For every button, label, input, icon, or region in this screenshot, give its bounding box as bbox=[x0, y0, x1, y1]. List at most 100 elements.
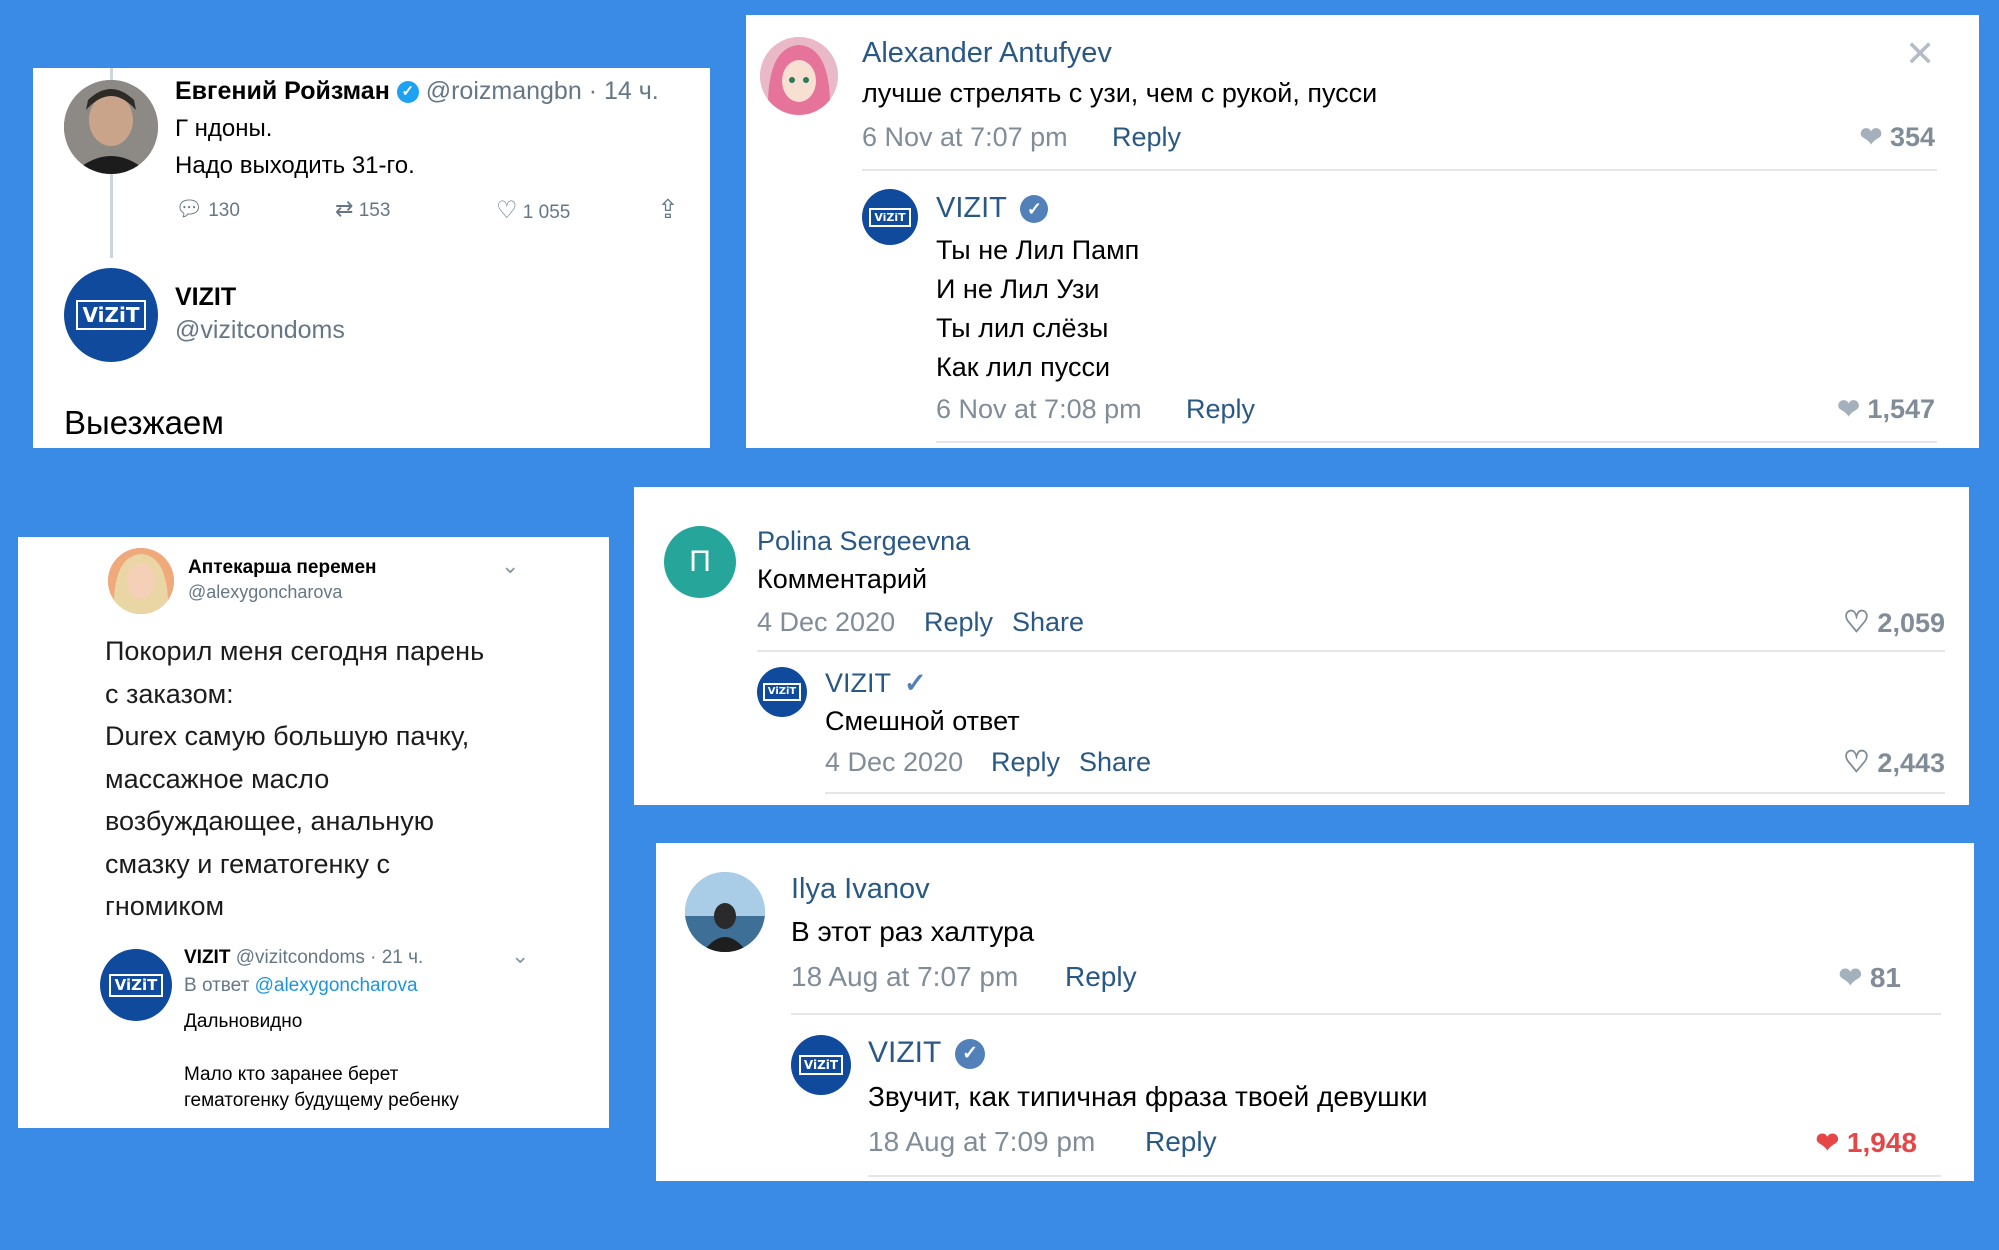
reply-action[interactable]: 💬︎ 130 bbox=[175, 196, 240, 222]
verified-badge-icon: ✓ bbox=[396, 81, 419, 104]
vizit-logo-icon: ViZiT bbox=[108, 973, 164, 997]
comment-author[interactable]: Alexander Antufyev bbox=[862, 37, 1112, 70]
tweet-author-handle[interactable]: @alexygoncharova bbox=[188, 582, 342, 603]
reply-like-count: 1,948 bbox=[1846, 1127, 1917, 1158]
reply-divider bbox=[936, 441, 1937, 443]
reply-date[interactable]: 4 Dec 2020 bbox=[825, 747, 963, 778]
chevron-down-icon[interactable]: ⌄ bbox=[501, 553, 519, 579]
comment-divider bbox=[862, 169, 1937, 171]
reply-link[interactable]: Reply bbox=[1065, 961, 1137, 993]
reply-to-handle[interactable]: @alexygoncharova bbox=[255, 975, 418, 996]
reply-author[interactable]: VIZIT bbox=[936, 192, 1006, 224]
reply-author[interactable]: VIZIT bbox=[825, 668, 891, 698]
comment-text: лучше стрелять с узи, чем с рукой, пусси bbox=[862, 78, 1378, 108]
tweet-text-line2: Надо выходить 31-го. bbox=[175, 152, 415, 179]
reply-like-button[interactable]: ❤︎ 1,948 bbox=[1816, 1126, 1917, 1159]
comment-divider bbox=[757, 650, 1945, 652]
reply-reply-link[interactable]: Reply bbox=[991, 747, 1060, 778]
tweet-text-line: массажное масло bbox=[105, 763, 330, 794]
vizit-logo-icon: ViZiT bbox=[869, 207, 911, 227]
comment-date[interactable]: 4 Dec 2020 bbox=[757, 607, 895, 638]
reply-tweet-text: Выезжаем bbox=[64, 404, 224, 441]
avatar-vizit[interactable]: ViZiT bbox=[791, 1035, 851, 1095]
reply-divider bbox=[868, 1175, 1941, 1177]
reply-date[interactable]: 18 Aug at 7:09 pm bbox=[868, 1126, 1095, 1158]
tweet-text-line: гномиком bbox=[105, 891, 225, 921]
comment-text: В этот раз халтура bbox=[791, 916, 1035, 947]
avatar-letter: П bbox=[689, 545, 711, 578]
comment-author[interactable]: Polina Sergeevna bbox=[757, 526, 970, 557]
vizit-logo-icon: ViZiT bbox=[798, 1055, 844, 1075]
reply-link[interactable]: Reply bbox=[1112, 122, 1181, 153]
tweet-author-name[interactable]: Аптекарша перемен bbox=[188, 557, 377, 579]
reply-count: 130 bbox=[208, 200, 240, 221]
tweet-text-line: возбуждающее, анальную bbox=[105, 806, 434, 836]
avatar-vizit[interactable]: ViZiT bbox=[757, 667, 807, 717]
reply-author-handle[interactable]: @vizitcondoms bbox=[175, 316, 345, 345]
reply-text: Звучит, как типичная фраза твоей девушки bbox=[868, 1081, 1428, 1112]
reply-reply-link[interactable]: Reply bbox=[1186, 394, 1255, 425]
avatar-ivanov[interactable] bbox=[685, 872, 765, 952]
avatar-vizit[interactable]: ViZiT bbox=[100, 949, 172, 1021]
like-button[interactable]: ❤︎ 81 bbox=[1839, 961, 1901, 994]
reply-date[interactable]: 6 Nov at 7:08 pm bbox=[936, 394, 1142, 425]
reply-time[interactable]: · 21 ч. bbox=[370, 947, 423, 968]
like-button[interactable]: ❤︎ 354 bbox=[1860, 122, 1935, 153]
avatar-antufyev[interactable] bbox=[760, 37, 838, 115]
reply-like-button[interactable]: ♡ 2,443 bbox=[1843, 745, 1945, 780]
avatar-roizman[interactable] bbox=[64, 80, 158, 174]
reply-author[interactable]: VIZIT bbox=[868, 1036, 941, 1069]
heart-outline-icon: ♡ bbox=[496, 197, 518, 224]
like-action[interactable]: ♡ 1 055 bbox=[496, 196, 570, 225]
reply-reply-link[interactable]: Reply bbox=[1145, 1126, 1217, 1158]
reply-author-handle[interactable]: @vizitcondoms bbox=[236, 947, 365, 968]
tweet-author-handle[interactable]: @roizmangbn bbox=[426, 77, 582, 105]
heart-outline-icon: ♡ bbox=[1843, 606, 1870, 639]
comment-date[interactable]: 18 Aug at 7:07 pm bbox=[791, 961, 1018, 993]
reply-text: Смешной ответ bbox=[825, 706, 1020, 736]
like-count: 2,059 bbox=[1877, 608, 1945, 638]
reply-text-line2: Мало кто заранее берет bbox=[184, 1064, 399, 1085]
reply-share-link[interactable]: Share bbox=[1079, 747, 1151, 778]
reply-text-line3: гематогенку будущему ребенку bbox=[184, 1090, 459, 1111]
tweet-text-line1: Г ндоны. bbox=[175, 115, 273, 142]
reply-author-name[interactable]: VIZIT bbox=[184, 947, 230, 968]
retweet-icon: ⇄ bbox=[335, 196, 354, 221]
comment-date[interactable]: 6 Nov at 7:07 pm bbox=[862, 122, 1068, 153]
reply-author-name[interactable]: VIZIT bbox=[175, 283, 236, 312]
share-icon[interactable]: ⇪ bbox=[657, 194, 679, 225]
reply-like-count: 2,443 bbox=[1877, 748, 1945, 778]
vizit-logo-icon: ViZiT bbox=[762, 683, 802, 701]
share-link[interactable]: Share bbox=[1012, 607, 1084, 638]
like-button[interactable]: ♡ 2,059 bbox=[1843, 605, 1945, 640]
reply-icon: 💬︎ bbox=[175, 196, 203, 221]
retweet-action[interactable]: ⇄ 153 bbox=[335, 196, 390, 222]
chevron-down-icon[interactable]: ⌄ bbox=[511, 943, 529, 969]
like-count: 81 bbox=[1869, 962, 1901, 993]
like-count: 354 bbox=[1889, 122, 1935, 152]
heart-outline-icon: ♡ bbox=[1843, 746, 1870, 779]
reply-link[interactable]: Reply bbox=[924, 607, 993, 638]
close-icon[interactable]: ✕ bbox=[1905, 33, 1935, 75]
tweet-text-line: с заказом: bbox=[105, 678, 234, 709]
reply-like-button[interactable]: ❤︎ 1,547 bbox=[1837, 394, 1935, 425]
avatar-aptekarsha[interactable] bbox=[108, 548, 174, 614]
avatar-vizit[interactable]: ViZiT bbox=[862, 189, 918, 245]
reply-text-line4: Как лил пусси bbox=[936, 352, 1111, 382]
heart-icon: ❤︎ bbox=[1838, 962, 1863, 993]
comment-author[interactable]: Ilya Ivanov bbox=[791, 873, 930, 906]
tweet-author-name[interactable]: Евгений Ройзман bbox=[175, 77, 390, 105]
vk-comment-card-polina: П Polina Sergeevna Комментарий 4 Dec 202… bbox=[634, 487, 1969, 805]
tweet-time[interactable]: · 14 ч. bbox=[589, 77, 659, 105]
heart-icon: ❤︎ bbox=[1859, 122, 1883, 152]
reply-text-line2: И не Лил Узи bbox=[936, 274, 1100, 304]
verified-badge-icon: ✓ bbox=[1020, 195, 1049, 224]
avatar-polina[interactable]: П bbox=[664, 526, 736, 598]
verified-badge-icon: ✓ bbox=[955, 1039, 986, 1070]
heart-filled-icon: ❤︎ bbox=[1815, 1127, 1840, 1158]
tweet-body: Покорил меня сегодня парень с заказом: D… bbox=[105, 630, 484, 928]
like-count: 1 055 bbox=[522, 202, 571, 223]
avatar-vizit[interactable]: ViZiT bbox=[64, 268, 158, 362]
reply-text-line1: Дальновидно bbox=[184, 1011, 303, 1032]
reply-like-count: 1,547 bbox=[1867, 394, 1935, 424]
